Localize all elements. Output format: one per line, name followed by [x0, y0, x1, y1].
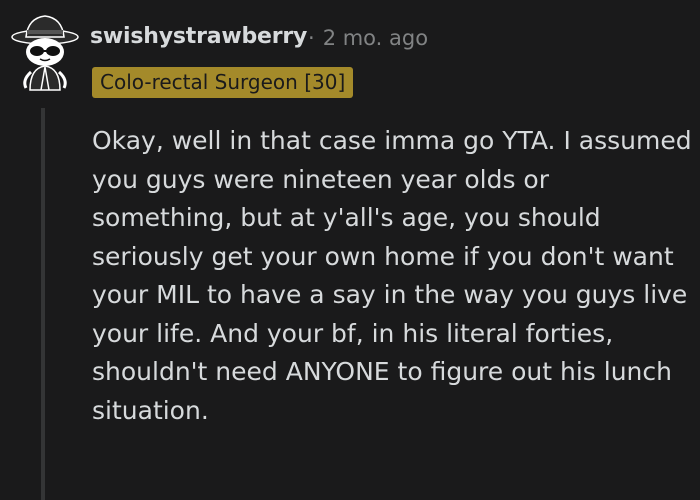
thread-line[interactable] — [41, 108, 45, 500]
comment-text: Okay, well in that case imma go YTA. I a… — [92, 126, 692, 425]
meta-separator: · — [308, 26, 315, 50]
comment-meta: · 2 mo. ago — [308, 26, 428, 50]
comment-username[interactable]: swishystrawberry — [90, 24, 307, 49]
comment-age[interactable]: 2 mo. ago — [323, 26, 428, 50]
avatar[interactable] — [8, 10, 82, 92]
user-flair: Colo-rectal Surgeon [30] — [92, 67, 354, 98]
comment-body: Okay, well in that case imma go YTA. I a… — [92, 122, 692, 430]
